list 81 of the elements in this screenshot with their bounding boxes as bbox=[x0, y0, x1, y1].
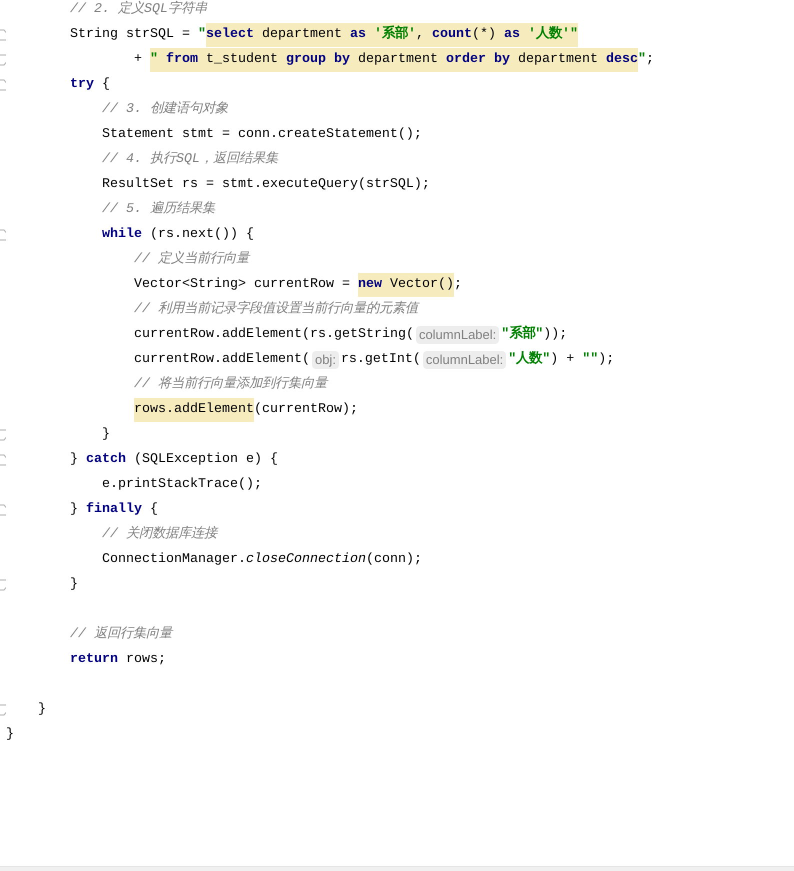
code-text: rs.getInt( bbox=[340, 350, 421, 368]
code-text: } bbox=[38, 700, 46, 718]
keyword: as bbox=[504, 22, 520, 46]
code-text: String strSQL = bbox=[70, 26, 191, 44]
code-comment: // 3. 创建语句对象 bbox=[102, 100, 228, 118]
code-text: (*) bbox=[472, 22, 504, 46]
code-text: Vector<String> currentRow = bbox=[134, 276, 351, 294]
string-literal: "人数" bbox=[508, 350, 550, 368]
code-text: department bbox=[254, 22, 350, 46]
code-text: + bbox=[134, 50, 143, 68]
code-comment: // 返回行集向量 bbox=[70, 625, 172, 644]
code-text: ConnectionManager. bbox=[102, 550, 246, 568]
fold-icon[interactable] bbox=[0, 428, 6, 440]
code-text: (rs.next()) { bbox=[148, 226, 254, 244]
code-text: ResultSet rs = stmt.executeQuery(strSQL); bbox=[102, 176, 430, 194]
code-text: t_student bbox=[198, 48, 286, 72]
code-text: ; bbox=[454, 276, 462, 294]
parameter-hint: columnLabel: bbox=[422, 350, 506, 368]
code-text: rows.addElement bbox=[134, 398, 254, 422]
string-literal: "" bbox=[582, 350, 598, 368]
keyword: new bbox=[358, 272, 382, 296]
code-text: )); bbox=[543, 326, 568, 344]
keyword: as bbox=[350, 22, 366, 46]
method-name: closeConnection bbox=[246, 550, 366, 568]
keyword: while bbox=[102, 226, 142, 244]
keyword: try bbox=[70, 76, 94, 94]
keyword: finally bbox=[86, 500, 142, 518]
code-text: ); bbox=[598, 350, 614, 368]
code-text: { bbox=[148, 500, 158, 518]
fold-icon[interactable] bbox=[0, 578, 6, 590]
code-comment: // 将当前行向量添加到行集向量 bbox=[134, 375, 327, 394]
string-literal: " bbox=[638, 50, 646, 68]
code-comment: // 利用当前记录字段值设置当前行向量的元素值 bbox=[134, 300, 418, 318]
code-text: } bbox=[102, 426, 110, 444]
string-literal: '人数'" bbox=[520, 22, 578, 46]
scrollbar[interactable] bbox=[0, 866, 794, 871]
code-comment: // 2. 定义SQL字符串 bbox=[70, 0, 207, 18]
string-literal: '系部' bbox=[366, 22, 416, 46]
code-comment: // 4. 执行SQL，返回结果集 bbox=[102, 150, 278, 168]
code-text: e.printStackTrace(); bbox=[102, 476, 262, 494]
parameter-hint: obj: bbox=[312, 350, 339, 368]
string-literal: " bbox=[150, 48, 166, 72]
code-text: ; bbox=[646, 50, 654, 68]
keyword: group by bbox=[286, 48, 350, 72]
keyword: desc bbox=[606, 48, 638, 72]
code-text: rows; bbox=[124, 650, 166, 668]
code-text: } bbox=[70, 576, 78, 594]
code-text: currentRow.addElement(rs.getString( bbox=[134, 326, 414, 344]
string-literal: "系部" bbox=[501, 324, 544, 344]
code-text: department bbox=[510, 48, 606, 72]
string-literal: " bbox=[198, 26, 206, 44]
code-text: } bbox=[6, 726, 14, 744]
code-text: } bbox=[70, 500, 79, 518]
code-comment: // 关闭数据库连接 bbox=[102, 524, 217, 544]
keyword: return bbox=[70, 650, 118, 668]
fold-icon[interactable] bbox=[0, 504, 6, 516]
parameter-hint: columnLabel: bbox=[416, 326, 500, 344]
code-text: department bbox=[350, 48, 446, 72]
keyword: order by bbox=[446, 48, 510, 72]
fold-icon[interactable] bbox=[0, 54, 6, 66]
code-text: (currentRow); bbox=[254, 400, 358, 418]
fold-icon[interactable] bbox=[0, 28, 6, 40]
code-text: (conn); bbox=[366, 550, 422, 568]
fold-icon[interactable] bbox=[0, 454, 6, 466]
code-text: currentRow.addElement( bbox=[134, 350, 310, 368]
code-text: , bbox=[416, 22, 432, 46]
code-comment: // 定义当前行向量 bbox=[134, 250, 249, 268]
keyword: select bbox=[206, 22, 254, 46]
fold-icon[interactable] bbox=[0, 78, 6, 90]
keyword: catch bbox=[86, 450, 126, 468]
code-text: ) + bbox=[550, 350, 576, 368]
keyword: count bbox=[432, 22, 472, 46]
keyword: from bbox=[166, 48, 198, 72]
code-text: Statement stmt = conn.createStatement(); bbox=[102, 126, 422, 144]
fold-icon[interactable] bbox=[0, 228, 6, 240]
code-comment: // 5. 遍历结果集 bbox=[102, 200, 215, 218]
fold-icon[interactable] bbox=[0, 704, 6, 716]
code-text: } bbox=[70, 450, 79, 468]
code-text: { bbox=[100, 76, 110, 94]
code-text: Vector() bbox=[382, 272, 454, 296]
code-text: (SQLException e) { bbox=[132, 450, 278, 468]
